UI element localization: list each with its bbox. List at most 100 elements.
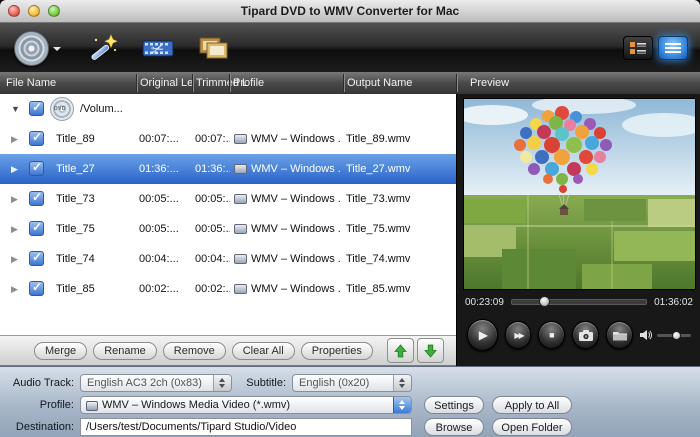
- settings-button[interactable]: Settings: [424, 396, 484, 414]
- properties-button[interactable]: Properties: [301, 342, 373, 360]
- table-row[interactable]: ▶ Title_75 00:05:... 00:05:... WMV – Win…: [0, 214, 456, 244]
- row-checkbox[interactable]: [29, 131, 44, 146]
- row-checkbox[interactable]: [29, 101, 44, 116]
- fast-forward-icon: ▶▶: [514, 331, 522, 340]
- cell-profile: WMV – Windows ...: [251, 184, 341, 214]
- disclosure-triangle-icon[interactable]: ▶: [11, 244, 18, 274]
- table-row[interactable]: ▶ Title_74 00:04:... 00:04:... WMV – Win…: [0, 244, 456, 274]
- volume-slider-thumb[interactable]: [672, 331, 681, 340]
- settings-panel: Audio Track: English AC3 2ch (0x83) Subt…: [0, 366, 700, 437]
- camera-icon: [579, 330, 593, 341]
- cell-file-name: Title_73: [56, 184, 136, 214]
- disclosure-triangle-icon[interactable]: ▼: [11, 94, 20, 124]
- dropdown-arrows-icon: [393, 397, 411, 413]
- chevron-down-icon: [53, 47, 61, 55]
- stop-button[interactable]: ■: [538, 321, 565, 349]
- film-frames-icon: [197, 32, 231, 64]
- subtitle-value: English (0x20): [299, 377, 369, 389]
- list-view-button[interactable]: [658, 36, 688, 60]
- apply-to-all-button[interactable]: Apply to All: [492, 396, 572, 414]
- column-separator[interactable]: [136, 74, 137, 92]
- cell-original-length: 00:07:...: [139, 124, 191, 154]
- dropdown-arrows-icon: [393, 375, 411, 391]
- rename-button[interactable]: Rename: [93, 342, 157, 360]
- move-up-button[interactable]: [387, 338, 414, 363]
- dvd-disc-icon: [14, 31, 49, 66]
- speaker-icon[interactable]: [640, 329, 652, 341]
- video-still-balloons: [464, 99, 695, 289]
- stop-icon: ■: [549, 330, 554, 340]
- list-lines-icon: [665, 42, 681, 54]
- disclosure-triangle-icon[interactable]: ▶: [11, 184, 18, 214]
- remove-button[interactable]: Remove: [163, 342, 226, 360]
- audio-track-value: English AC3 2ch (0x83): [87, 377, 202, 389]
- close-button[interactable]: [8, 5, 20, 17]
- cell-profile: WMV – Windows ...: [251, 214, 341, 244]
- current-time: 00:23:09: [465, 297, 504, 308]
- play-button[interactable]: ▶: [467, 319, 498, 351]
- row-checkbox[interactable]: [29, 191, 44, 206]
- row-checkbox[interactable]: [29, 221, 44, 236]
- list-header: File Name Original Le Trimmed L Profile …: [0, 72, 700, 95]
- table-row[interactable]: ▶ Title_89 00:07:... 00:07:... WMV – Win…: [0, 124, 456, 154]
- dvd-volume-icon: [50, 97, 74, 121]
- disclosure-triangle-icon[interactable]: ▶: [11, 274, 18, 304]
- destination-input[interactable]: [80, 418, 412, 436]
- move-down-button[interactable]: [417, 338, 444, 363]
- clear-all-button[interactable]: Clear All: [232, 342, 295, 360]
- snapshot-button[interactable]: [572, 321, 599, 349]
- subtitle-label: Subtitle:: [220, 374, 286, 392]
- open-folder-button[interactable]: Open Folder: [492, 418, 572, 436]
- cell-original-length: 00:05:...: [139, 214, 191, 244]
- row-checkbox[interactable]: [29, 281, 44, 296]
- minimize-button[interactable]: [28, 5, 40, 17]
- disclosure-triangle-icon[interactable]: ▶: [11, 124, 18, 154]
- merge-button[interactable]: Merge: [34, 342, 87, 360]
- cell-original-length: 01:36:...: [139, 154, 191, 184]
- load-dvd-button[interactable]: [14, 27, 61, 69]
- video-frame: [463, 98, 696, 290]
- fast-forward-button[interactable]: ▶▶: [505, 321, 532, 349]
- row-checkbox[interactable]: [29, 251, 44, 266]
- folder-icon: [613, 330, 627, 341]
- profile-label: Profile:: [2, 396, 74, 414]
- green-arrow-up-icon: [394, 344, 407, 358]
- preview-title: Preview: [470, 72, 509, 94]
- subtitle-dropdown[interactable]: English (0x20): [292, 374, 412, 392]
- row-checkbox[interactable]: [29, 161, 44, 176]
- column-original-length[interactable]: Original Le: [140, 72, 193, 94]
- title-bar[interactable]: Tipard DVD to WMV Converter for Mac: [0, 0, 700, 23]
- table-row[interactable]: ▶ Title_85 00:02:... 00:02:... WMV – Win…: [0, 274, 456, 304]
- playback-controls: ▶ ▶▶ ■: [457, 318, 700, 352]
- column-separator[interactable]: [343, 74, 344, 92]
- playback-timeline: 00:23:09 01:36:02: [457, 294, 700, 310]
- snapshot-tool-button[interactable]: [197, 27, 231, 69]
- browse-button[interactable]: Browse: [424, 418, 484, 436]
- disclosure-triangle-icon[interactable]: ▶: [11, 214, 18, 244]
- seek-slider-thumb[interactable]: [539, 296, 550, 307]
- column-separator[interactable]: [229, 74, 230, 92]
- table-row-root[interactable]: ▼ /Volum...: [0, 94, 456, 124]
- magic-wand-icon: [87, 32, 119, 64]
- disclosure-triangle-icon[interactable]: ▶: [11, 154, 18, 184]
- profile-format-icon: [234, 254, 247, 264]
- column-file-name[interactable]: File Name: [6, 72, 56, 94]
- cell-trimmed-length: 00:04:...: [195, 244, 230, 274]
- table-row-selected[interactable]: ▶ Title_27 01:36:... 01:36:... WMV – Win…: [0, 154, 456, 184]
- audio-track-dropdown[interactable]: English AC3 2ch (0x83): [80, 374, 232, 392]
- profile-dropdown[interactable]: WMV – Windows Media Video (*.wmv): [80, 396, 412, 414]
- table-row[interactable]: ▶ Title_73 00:05:... 00:05:... WMV – Win…: [0, 184, 456, 214]
- column-separator[interactable]: [192, 74, 193, 92]
- zoom-button[interactable]: [48, 5, 60, 17]
- seek-slider[interactable]: [511, 299, 647, 305]
- snapshot-folder-button[interactable]: [606, 321, 633, 349]
- column-profile[interactable]: Profile: [233, 72, 264, 94]
- effect-button[interactable]: [87, 27, 119, 69]
- cell-trimmed-length: 00:02:...: [195, 274, 230, 304]
- list-action-bar: Merge Rename Remove Clear All Properties: [0, 335, 456, 366]
- trim-button[interactable]: ✂: [141, 27, 175, 69]
- volume-slider[interactable]: [657, 334, 691, 337]
- cell-trimmed-length: 01:36:...: [195, 154, 230, 184]
- grid-view-button[interactable]: [623, 36, 653, 60]
- column-output-name[interactable]: Output Name: [347, 72, 412, 94]
